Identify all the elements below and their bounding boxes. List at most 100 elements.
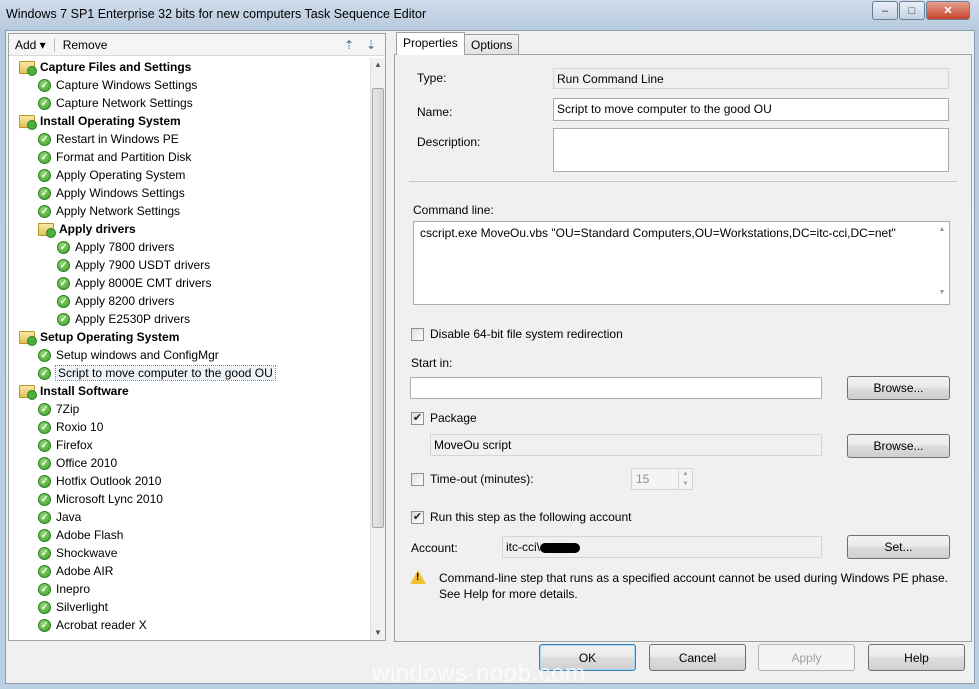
task-sequence-tree[interactable]: Capture Files and Settings ✓ Capture Windo… (9, 58, 371, 640)
step-success-icon: ✓ (57, 276, 70, 290)
step-success-icon: ✓ (38, 618, 51, 632)
tree-group[interactable]: Setup Operating System (19, 328, 179, 346)
tree-step[interactable]: ✓ Silverlight (38, 598, 108, 616)
tree-step[interactable]: ✓ Apply 7900 USDT drivers (57, 256, 210, 274)
tree-item-label: Hotfix Outlook 2010 (56, 474, 162, 488)
step-success-icon: ✓ (38, 456, 51, 470)
close-button[interactable]: ✕ (926, 1, 970, 20)
tree-group[interactable]: Apply drivers (38, 220, 136, 238)
tree-group[interactable]: Install Operating System (19, 112, 181, 130)
tree-step[interactable]: ✓ Adobe Flash (38, 526, 123, 544)
minimize-button[interactable]: – (872, 1, 898, 20)
timeout-checkbox[interactable] (411, 473, 424, 486)
redacted-username (540, 542, 580, 553)
account-label: Account: (411, 541, 458, 555)
scroll-down-arrow-icon[interactable]: ▼ (371, 626, 385, 640)
tree-step[interactable]: ✓ Acrobat reader X (38, 616, 147, 634)
tree-item-label: Install Software (40, 384, 129, 398)
tree-step[interactable]: ✓ Adobe AIR (38, 562, 113, 580)
tree-item-label: Office 2010 (56, 456, 118, 470)
set-account-button[interactable]: Set... (847, 535, 950, 559)
browse-start-in-button[interactable]: Browse... (847, 376, 950, 400)
tree-step[interactable]: ✓ Apply Operating System (38, 166, 185, 184)
scroll-up-arrow-icon[interactable]: ▲ (935, 226, 949, 233)
description-label: Description: (417, 135, 481, 149)
tree-step[interactable]: ✓ Apply E2530P drivers (57, 310, 190, 328)
tree-step[interactable]: ✓ Setup windows and ConfigMgr (38, 346, 219, 364)
tree-step[interactable]: ✓ Roxio 10 (38, 418, 103, 436)
scroll-down-arrow-icon[interactable]: ▼ (935, 289, 949, 296)
tree-item-label: Install Operating System (40, 114, 181, 128)
name-field[interactable]: Script to move computer to the good OU (553, 98, 949, 121)
tree-item-label: Apply E2530P drivers (75, 312, 191, 326)
tree-step[interactable]: ✓ Restart in Windows PE (38, 130, 179, 148)
tree-step[interactable]: ✓ 7Zip (38, 400, 79, 418)
tree-group[interactable]: Install Software (19, 382, 129, 400)
step-success-icon: ✓ (57, 240, 70, 254)
maximize-button[interactable]: □ (899, 1, 925, 20)
tree-item-label: Restart in Windows PE (56, 132, 179, 146)
step-success-icon: ✓ (38, 204, 51, 218)
command-scrollbar[interactable]: ▲ ▼ (935, 222, 949, 304)
group-folder-icon (19, 384, 37, 400)
tree-step[interactable]: ✓ Java (38, 508, 81, 526)
step-success-icon: ✓ (38, 168, 51, 182)
timeout-spinner[interactable]: 15 ▲ ▼ (631, 468, 693, 490)
scroll-up-arrow-icon[interactable]: ▲ (371, 58, 385, 72)
tree-step[interactable]: ✓ Hotfix Outlook 2010 (38, 472, 161, 490)
task-sequence-tree-pane: Add ▾ Remove ⇡ ⇣ Capture Files and Setti… (8, 33, 386, 641)
tree-step[interactable]: ✓ Capture Windows Settings (38, 76, 197, 94)
start-in-field[interactable] (410, 377, 822, 399)
step-success-icon: ✓ (38, 96, 51, 110)
step-success-icon: ✓ (38, 186, 51, 200)
spinner-arrows-icon[interactable]: ▲ ▼ (678, 469, 692, 489)
tree-item-label: Microsoft Lync 2010 (56, 492, 163, 506)
remove-button[interactable]: Remove (57, 38, 114, 52)
run-as-label: Run this step as the following account (430, 510, 632, 524)
tree-item-label: Silverlight (56, 600, 109, 614)
tree-step[interactable]: ✓ Script to move computer to the good OU (38, 364, 276, 382)
move-down-icon[interactable]: ⇣ (363, 37, 379, 53)
tab-properties[interactable]: Properties (396, 32, 465, 55)
step-success-icon: ✓ (38, 132, 51, 146)
tree-step[interactable]: ✓ Capture Network Settings (38, 94, 193, 112)
cancel-button[interactable]: Cancel (649, 644, 746, 671)
command-line-field[interactable]: cscript.exe MoveOu.vbs "OU=Standard Comp… (413, 221, 950, 305)
package-checkbox[interactable]: ✔ (411, 412, 424, 425)
divider (409, 181, 957, 182)
tree-step[interactable]: ✓ Firefox (38, 436, 93, 454)
tree-step[interactable]: ✓ Office 2010 (38, 454, 117, 472)
browse-package-button[interactable]: Browse... (847, 434, 950, 458)
help-button[interactable]: Help (868, 644, 965, 671)
add-menu-button[interactable]: Add ▾ (9, 38, 52, 52)
tree-step[interactable]: ✓ Inepro (38, 580, 90, 598)
tree-step[interactable]: ✓ Apply 8200 drivers (57, 292, 174, 310)
tree-step[interactable]: ✓ Apply 7800 drivers (57, 238, 174, 256)
move-up-icon[interactable]: ⇡ (341, 37, 357, 53)
tree-group[interactable]: Capture Files and Settings (19, 58, 191, 76)
tree-toolbar: Add ▾ Remove ⇡ ⇣ (9, 34, 385, 56)
step-success-icon: ✓ (57, 312, 70, 326)
disable-64bit-checkbox[interactable] (411, 328, 424, 341)
tree-step[interactable]: ✓ Apply Network Settings (38, 202, 180, 220)
tree-step[interactable]: ✓ Microsoft Lync 2010 (38, 490, 163, 508)
tab-options[interactable]: Options (464, 34, 520, 54)
step-success-icon: ✓ (38, 510, 51, 524)
tree-step[interactable]: ✓ Apply Windows Settings (38, 184, 185, 202)
tree-step[interactable]: ✓ Apply 8000E CMT drivers (57, 274, 212, 292)
account-value: itc-cci\ (506, 540, 540, 554)
warning-text-line2: See Help for more details. (439, 587, 578, 601)
tree-step[interactable]: ✓ Format and Partition Disk (38, 148, 191, 166)
tree-item-label: Java (56, 510, 82, 524)
tree-item-label: Adobe AIR (56, 564, 114, 578)
tree-scrollbar[interactable]: ▲ ▼ (370, 58, 385, 640)
apply-button[interactable]: Apply (758, 644, 855, 671)
description-field[interactable] (553, 128, 949, 172)
run-as-checkbox[interactable]: ✔ (411, 511, 424, 524)
tree-item-label: Firefox (56, 438, 93, 452)
scrollbar-thumb[interactable] (372, 88, 384, 528)
title-bar[interactable]: Windows 7 SP1 Enterprise 32 bits for new… (0, 0, 979, 30)
tree-step[interactable]: ✓ Shockwave (38, 544, 117, 562)
step-success-icon: ✓ (38, 474, 51, 488)
type-label: Type: (417, 71, 447, 85)
